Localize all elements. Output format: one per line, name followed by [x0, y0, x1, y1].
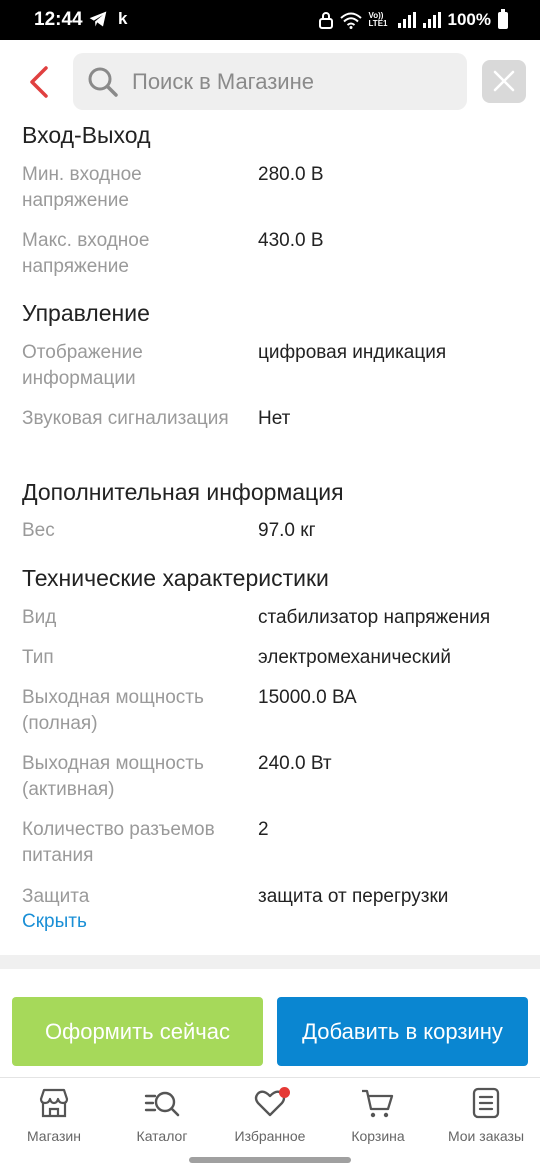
spec-label: Тип — [22, 647, 54, 668]
signal-icon-2 — [422, 12, 441, 28]
catalog-search-icon — [144, 1091, 180, 1117]
back-button[interactable] — [22, 62, 58, 102]
spec-value: 240.0 Вт — [258, 753, 332, 774]
status-time: 12:44 — [34, 9, 83, 30]
status-bar: 12:44 k Vo)) LTE1 100% — [0, 0, 540, 40]
tab-store[interactable]: Магазин — [0, 1086, 108, 1144]
spec-label: Выходная мощность (полная) — [22, 687, 204, 734]
search-icon — [88, 67, 118, 97]
spec-label: Количество разъемов питания — [22, 819, 215, 866]
spec-label: Звуковая сигнализация — [22, 408, 229, 429]
k-icon: k — [118, 9, 128, 28]
spec-label: Выходная мощность (активная) — [22, 753, 204, 800]
spec-label: Вид — [22, 607, 57, 628]
spec-value: стабилизатор напряжения — [258, 607, 491, 628]
tab-label: Мои заказы — [447, 1128, 525, 1144]
vpn-lock-icon — [318, 11, 333, 29]
battery-percent: 100% — [447, 10, 491, 29]
tab-cart[interactable]: Корзина — [324, 1086, 432, 1144]
spec-label: Отображение информации — [22, 342, 143, 389]
spec-value: 280.0 В — [258, 164, 324, 185]
signal-icon — [397, 12, 416, 28]
section-title-control: Управление — [22, 300, 150, 326]
tab-catalog[interactable]: Каталог — [108, 1086, 216, 1144]
tab-label: Избранное — [234, 1128, 306, 1144]
spec-value: 97.0 кг — [258, 520, 316, 541]
spec-label: Вес — [22, 520, 55, 541]
order-now-button[interactable]: Оформить сейчас — [12, 997, 263, 1066]
tab-favorites[interactable]: Избранное — [216, 1086, 324, 1144]
home-indicator[interactable] — [189, 1157, 351, 1163]
search-input[interactable]: Поиск в Магазине — [73, 53, 467, 110]
section-title-extra: Дополнительная информация — [22, 479, 344, 505]
section-divider — [0, 955, 540, 969]
spec-value: электромеханический — [258, 647, 451, 668]
tab-label: Каталог — [136, 1128, 188, 1144]
spec-label: Защита — [22, 886, 90, 907]
telegram-icon — [89, 11, 107, 27]
status-left-icons: k — [88, 9, 127, 29]
chevron-left-icon — [30, 66, 48, 98]
orders-icon — [472, 1087, 500, 1119]
spec-value: цифровая индикация — [258, 342, 447, 363]
store-icon — [39, 1088, 69, 1118]
battery-icon — [498, 8, 508, 29]
cart-icon — [362, 1089, 394, 1118]
volte-icon: Vo)) LTE1 — [368, 11, 388, 28]
spec-value: 2 — [258, 819, 269, 840]
spec-value: 430.0 В — [258, 230, 324, 251]
spec-value: защита от перегрузки — [258, 886, 449, 907]
spec-label: Мин. входное напряжение — [22, 164, 142, 211]
add-to-cart-button[interactable]: Добавить в корзину — [277, 997, 528, 1066]
wifi-icon — [339, 12, 362, 29]
hide-specs-link[interactable]: Скрыть — [22, 911, 87, 933]
top-bar: Поиск в Магазине — [0, 40, 540, 122]
section-title-io: Вход-Выход — [22, 122, 151, 148]
spec-label: Макс. входное напряжение — [22, 230, 150, 277]
clear-search-button[interactable] — [482, 60, 526, 103]
tab-label: Магазин — [26, 1128, 81, 1144]
spec-value: 15000.0 ВА — [258, 687, 357, 708]
status-right-icons: Vo)) LTE1 100% — [318, 8, 508, 30]
favorites-badge-dot — [279, 1087, 290, 1098]
tab-label: Корзина — [351, 1128, 405, 1144]
tab-orders[interactable]: Мои заказы — [432, 1086, 540, 1144]
section-title-tech: Технические характеристики — [22, 565, 329, 591]
search-placeholder: Поиск в Магазине — [132, 69, 314, 94]
spec-value: Нет — [258, 408, 291, 429]
close-icon — [493, 70, 515, 92]
